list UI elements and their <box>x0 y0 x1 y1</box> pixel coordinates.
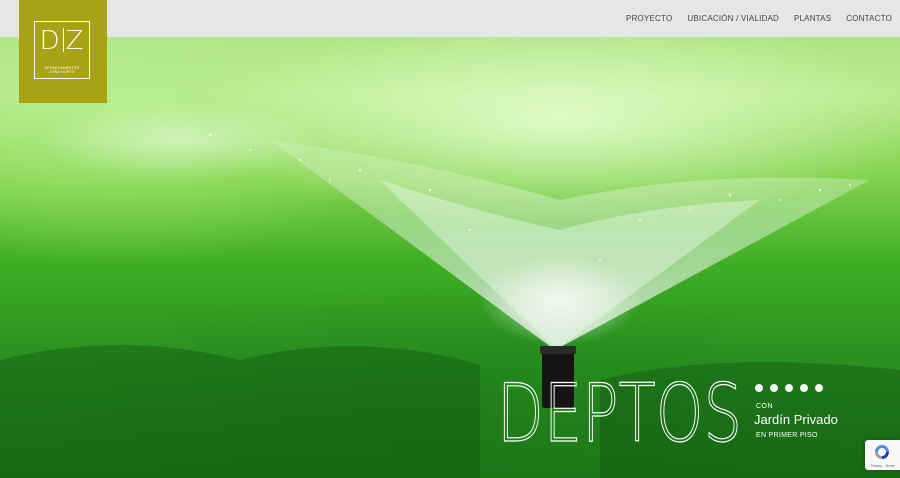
recaptcha-icon <box>875 445 889 459</box>
hero-headline-text: DEPTOS <box>497 375 742 447</box>
nav-proyecto[interactable]: PROYECTO <box>626 14 672 23</box>
slider-dot[interactable] <box>815 384 823 392</box>
hero-headline: DEPTOS <box>497 375 743 447</box>
nav-ubicacion-vialidad[interactable]: UBICACIÓN / VIALIDAD <box>687 14 779 23</box>
nav-contacto[interactable]: CONTACTO <box>846 14 892 23</box>
logo-frame: DZ DEPARTAMENTOS ZONA NORTE <box>34 21 90 79</box>
nav-plantas[interactable]: PLANTAS <box>794 14 831 23</box>
hero-floor-label: EN PRIMER PISO <box>756 432 818 439</box>
slider-pagination <box>755 384 823 392</box>
logo-subtitle: DEPARTAMENTOS ZONA NORTE <box>44 66 80 74</box>
slider-dot[interactable] <box>785 384 793 392</box>
slider-dot[interactable] <box>770 384 778 392</box>
recaptcha-badge[interactable]: Privacy - Terms <box>865 440 900 470</box>
recaptcha-text: Privacy - Terms <box>870 464 895 468</box>
hero-garden-label: Jardín Privado <box>754 412 838 427</box>
main-nav: PROYECTO UBICACIÓN / VIALIDAD PLANTAS CO… <box>626 0 892 37</box>
slider-dot[interactable] <box>755 384 763 392</box>
brand-logo[interactable]: DZ DEPARTAMENTOS ZONA NORTE <box>19 0 107 103</box>
top-navigation-bar: PROYECTO UBICACIÓN / VIALIDAD PLANTAS CO… <box>0 0 900 37</box>
hero-with-label: CON <box>756 403 774 410</box>
logo-monogram: DZ <box>39 26 85 56</box>
slider-dot[interactable] <box>800 384 808 392</box>
